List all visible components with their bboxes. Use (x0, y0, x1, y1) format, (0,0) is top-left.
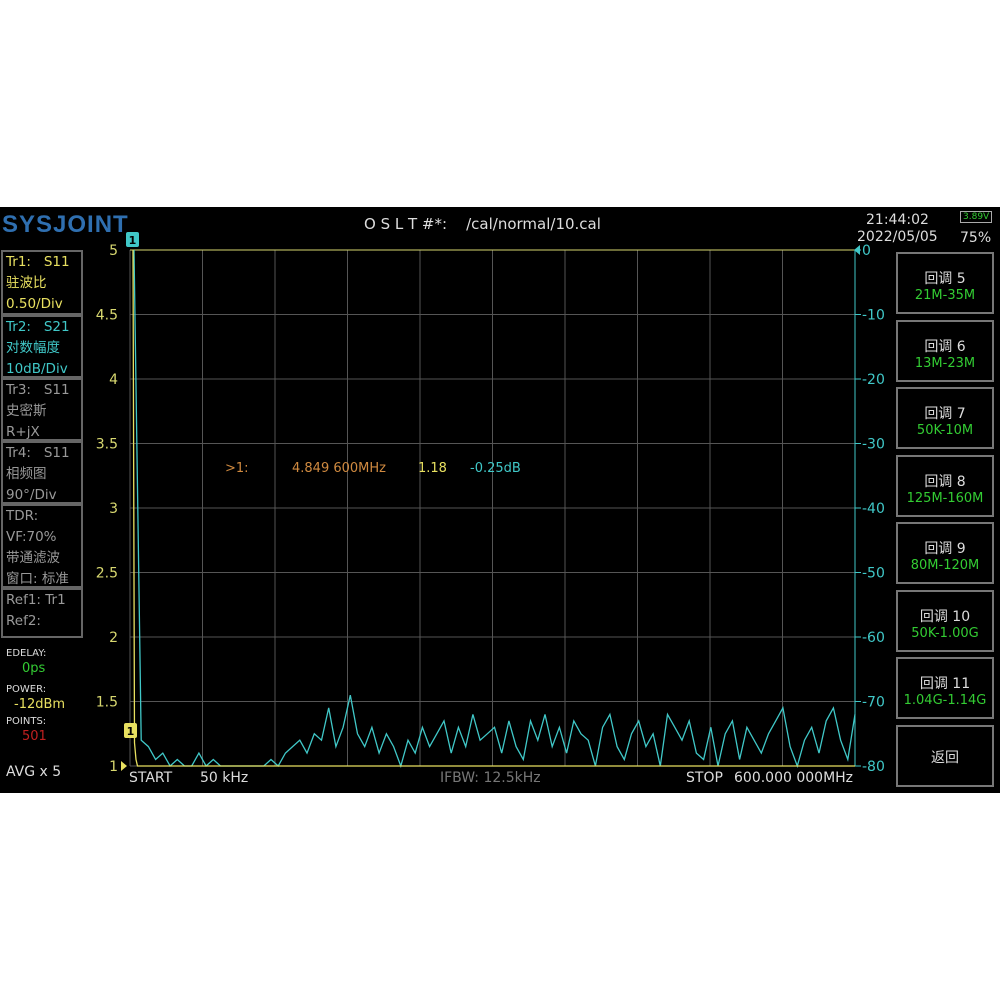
left-axis-tick: 5 (109, 243, 118, 259)
right-axis-tick: -30 (862, 437, 885, 453)
trace-3-panel[interactable]: Tr3: S11 史密斯 R+jX (1, 378, 83, 441)
softkey-label: 返回 (931, 749, 959, 766)
softkey-3[interactable]: 回调 7 50K-10M (896, 387, 994, 449)
softkey-1[interactable]: 回调 5 21M-35M (896, 252, 994, 314)
trace-id: Tr4: (6, 445, 31, 461)
left-axis-tick: 4 (109, 372, 118, 388)
marker-1-swr-tag: 1 (127, 725, 135, 738)
right-axis-tick: -60 (862, 630, 885, 646)
trace-4-panel[interactable]: Tr4: S11 相频图 90°/Div (1, 441, 83, 504)
trace-format: 对数幅度 (6, 340, 60, 356)
softkey-label: 回调 5 (924, 271, 966, 287)
left-axis-tick: 1.5 (96, 695, 118, 711)
softkey-label: 回调 9 (924, 541, 966, 557)
softkey-4[interactable]: 回调 8 125M-160M (896, 454, 994, 517)
trace-id: Tr3: (6, 382, 31, 398)
stop-frequency[interactable]: 600.000 000MHz (734, 770, 853, 786)
softkey-label: 回调 11 (919, 676, 971, 692)
ref-panel[interactable]: Ref1: Tr1 Ref2: (1, 588, 83, 638)
trace-format: 史密斯 (6, 403, 47, 419)
ref2: Ref2: (6, 613, 41, 629)
trace-format: 相频图 (6, 466, 47, 482)
right-axis-tick: -10 (862, 308, 885, 324)
marker-frequency: 4.849 600MHz (292, 461, 386, 476)
start-label: START (129, 770, 173, 786)
trace-param: S11 (43, 254, 70, 270)
softkey-range: 50K-10M (916, 423, 974, 438)
softkey-label: 回调 6 (924, 338, 966, 355)
tdr-label: TDR: (6, 508, 39, 524)
right-axis-tick: -40 (862, 501, 885, 517)
right-axis-tick: 0 (862, 243, 871, 259)
left-axis-tick: 2 (109, 630, 118, 646)
softkey-range: 125M-160M (906, 490, 984, 506)
trace-scale: R+jX (6, 424, 40, 440)
reference-arrow-left-icon (121, 761, 127, 771)
left-axis-tick: 3 (109, 501, 118, 517)
tdr-vf: VF:70% (6, 529, 57, 545)
trace-scale: 0.50/Div (6, 296, 63, 312)
trace-id: Tr2: (6, 319, 31, 335)
right-axis-tick: -20 (862, 372, 885, 388)
softkey-label: 回调 8 (924, 473, 966, 490)
softkey-range: 50K-1.00G (911, 625, 979, 641)
trace-scale: 90°/Div (6, 487, 57, 503)
edelay-value[interactable]: 0ps (22, 661, 45, 676)
trace-plot: 5 4.5 4 3.5 3 2.5 2 1.5 1 0 -10 -20 -30 -40 -50 -60 -70 -… (96, 232, 885, 775)
ifbw[interactable]: IFBW: 12.5kHz (440, 770, 541, 786)
softkey-7[interactable]: 回调 11 1.04G-1.14G (896, 657, 994, 719)
left-axis-tick: 2.5 (96, 566, 118, 582)
trace-id: Tr1: (6, 254, 31, 270)
trace-scale: 10dB/Div (6, 361, 68, 377)
softkey-label: 回调 7 (924, 406, 966, 422)
softkey-range: 21M-35M (914, 288, 976, 303)
right-axis-tick: -70 (862, 695, 885, 711)
start-frequency[interactable]: 50 kHz (200, 770, 248, 786)
stop-label: STOP (686, 770, 723, 786)
marker-1-s21-tag: 1 (129, 234, 137, 247)
tdr-panel[interactable]: TDR: VF:70% 带通滤波 窗口: 标准 (1, 504, 83, 588)
trace-2-panel[interactable]: Tr2: S21 对数幅度 10dB/Div (1, 315, 83, 378)
trace-param: S11 (43, 382, 70, 398)
trace-param: S21 (43, 319, 70, 335)
ref1: Ref1: Tr1 (6, 592, 66, 608)
power-value[interactable]: -12dBm (14, 697, 65, 712)
marker-label: >1: (225, 461, 249, 476)
softkey-2[interactable]: 回调 6 13M-23M (896, 319, 994, 382)
softkey-6[interactable]: 回调 10 50K-1.00G (896, 589, 994, 652)
points-value[interactable]: 501 (22, 729, 47, 744)
right-axis-tick: -50 (862, 566, 885, 582)
trace-param: S11 (43, 445, 70, 461)
softkey-range: 80M-120M (910, 558, 980, 573)
marker-swr: 1.18 (418, 461, 447, 476)
left-axis-tick: 3.5 (96, 437, 118, 453)
softkey-label: 回调 10 (919, 608, 971, 625)
trace-format: 驻波比 (6, 275, 47, 291)
vna-screen: SYSJOINT O S L T #*: /cal/normal/10.cal … (0, 207, 1000, 793)
left-axis-tick: 4.5 (96, 308, 118, 324)
edelay-label: EDELAY: (6, 648, 47, 659)
marker-db: -0.25dB (470, 461, 521, 476)
right-axis-tick: -80 (862, 759, 885, 775)
points-label: POINTS: (6, 716, 47, 727)
softkey-5[interactable]: 回调 9 80M-120M (896, 522, 994, 584)
trace-1-panel[interactable]: Tr1: S11 驻波比 0.50/Div (1, 250, 83, 315)
left-axis-tick: 1 (109, 759, 118, 775)
softkey-8[interactable]: 返回 (896, 724, 994, 787)
power-label: POWER: (6, 684, 47, 695)
averaging[interactable]: AVG x 5 (6, 764, 61, 780)
softkey-range: 1.04G-1.14G (903, 693, 987, 708)
softkey-range: 13M-23M (914, 355, 976, 371)
tdr-mode: 带通滤波 (6, 550, 60, 566)
tdr-window: 窗口: 标准 (6, 571, 69, 587)
